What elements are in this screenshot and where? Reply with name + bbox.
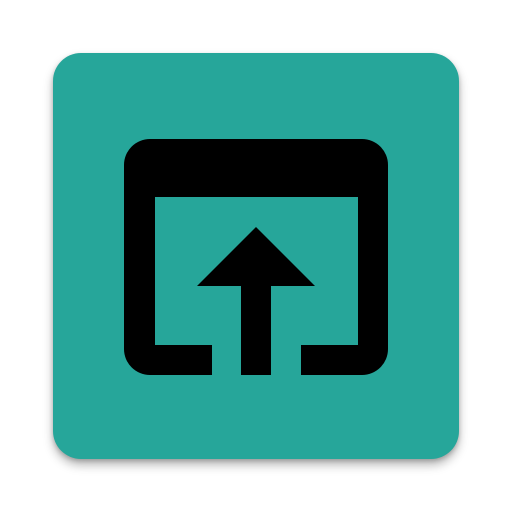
open-in-browser-icon: [124, 139, 388, 375]
launcher-icon-canvas: [0, 0, 512, 512]
upload-arrow: [197, 227, 315, 375]
